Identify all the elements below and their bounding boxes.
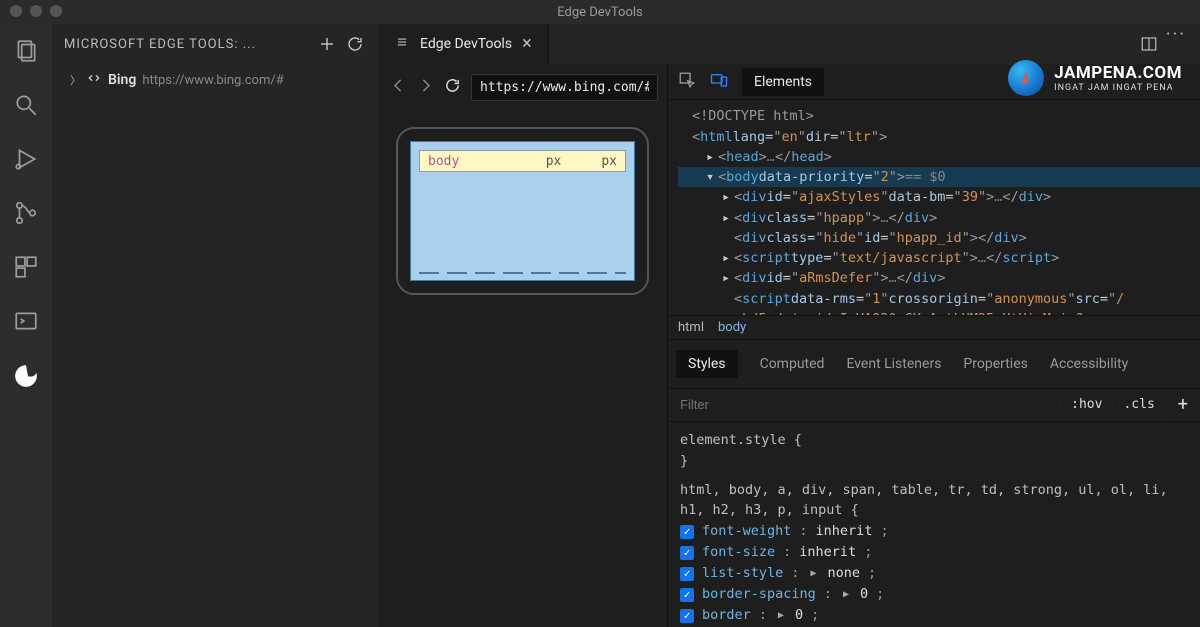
overlay-tag: body [428,154,459,169]
tab-accessibility[interactable]: Accessibility [1050,356,1128,372]
debug-icon[interactable] [13,146,39,172]
tab-properties[interactable]: Properties [963,356,1027,372]
editor-area: Edge DevTools × ··· b [378,24,1200,627]
refresh-button[interactable] [344,33,366,55]
split-editor-icon[interactable] [1132,24,1166,64]
styles-filter-input[interactable] [668,397,1060,412]
sidebar-header: MICROSOFT EDGE TOOLS: ... [52,24,378,64]
devtools-tabbar: Elements JAMPENA.COM INGAT JAM INGAT PEN… [668,64,1200,100]
navigation-bar [378,64,667,111]
nav-reload-icon[interactable] [444,77,461,98]
element-overlay: body px px [419,150,626,172]
add-button[interactable] [316,33,338,55]
tree-item-url: https://www.bing.com/# [142,73,283,88]
editor-tab-bar: Edge DevTools × ··· [378,24,1200,64]
nav-back-icon[interactable] [390,77,407,98]
watermark-tagline: INGAT JAM INGAT PENA [1054,83,1182,93]
window-titlebar: Edge DevTools [0,0,1200,24]
style-checkbox[interactable] [680,546,694,560]
files-icon[interactable] [13,38,39,64]
devtools-pane: Elements JAMPENA.COM INGAT JAM INGAT PEN… [668,64,1200,627]
crumb-body[interactable]: body [718,320,746,335]
overlay-width: px [546,154,562,169]
chevron-right-icon: 〉 [70,72,80,88]
traffic-close[interactable] [10,5,22,17]
tab-label: Edge DevTools [420,36,512,52]
source-control-icon[interactable] [13,200,39,226]
terminal-icon[interactable] [13,308,39,334]
tab-close-icon[interactable]: × [522,35,532,53]
styles-panel[interactable]: element.style {}html, body, a, div, span… [668,422,1200,627]
styles-tabbar: Styles Computed Event Listeners Properti… [668,340,1200,388]
traffic-max[interactable] [50,5,62,17]
cls-toggle[interactable]: .cls [1112,397,1164,412]
tab-elements[interactable]: Elements [742,68,824,96]
globe-code-icon [86,70,102,90]
search-icon[interactable] [13,92,39,118]
breadcrumb[interactable]: html body [668,315,1200,340]
watermark-brand: JAMPENA.COM [1054,63,1182,83]
extensions-icon[interactable] [13,254,39,280]
tree-item-name: Bing [108,72,136,88]
watermark-logo-icon [1008,60,1044,96]
style-checkbox[interactable] [680,567,694,581]
style-checkbox[interactable] [680,588,694,602]
preview-pane: body px px [378,64,668,627]
more-actions-icon[interactable]: ··· [1166,24,1200,64]
crumb-html[interactable]: html [678,320,704,335]
list-icon [394,35,410,53]
new-style-rule-icon[interactable]: + [1165,388,1200,422]
watermark: JAMPENA.COM INGAT JAM INGAT PENA [1008,60,1182,96]
address-bar[interactable] [471,74,658,101]
preview-screen[interactable]: body px px [410,141,635,281]
style-checkbox[interactable] [680,609,694,623]
hov-toggle[interactable]: :hov [1060,397,1112,412]
nav-forward-icon[interactable] [417,77,434,98]
sidebar-title: MICROSOFT EDGE TOOLS: ... [64,37,310,52]
overlay-height: px [601,154,617,169]
tab-styles[interactable]: Styles [676,350,738,378]
styles-filter-row: :hov .cls + [668,388,1200,422]
dom-tree[interactable]: <!DOCTYPE html><html lang="en" dir="ltr"… [668,100,1200,314]
activity-bar [0,24,52,627]
tree-item-bing[interactable]: 〉 Bing https://www.bing.com/# [52,64,378,96]
edge-tools-icon[interactable] [12,362,40,390]
window-title: Edge DevTools [557,5,642,20]
preview-ruler [419,272,626,274]
sidebar: MICROSOFT EDGE TOOLS: ... 〉 Bing https:/… [52,24,378,627]
tab-computed[interactable]: Computed [760,356,825,372]
inspect-icon[interactable] [678,71,696,93]
style-checkbox[interactable] [680,525,694,539]
tab-event-listeners[interactable]: Event Listeners [846,356,941,372]
device-frame: body px px [396,127,649,295]
traffic-min[interactable] [30,5,42,17]
device-toggle-icon[interactable] [710,71,728,93]
tab-edge-devtools[interactable]: Edge DevTools × [378,24,549,64]
traffic-lights [10,5,62,17]
